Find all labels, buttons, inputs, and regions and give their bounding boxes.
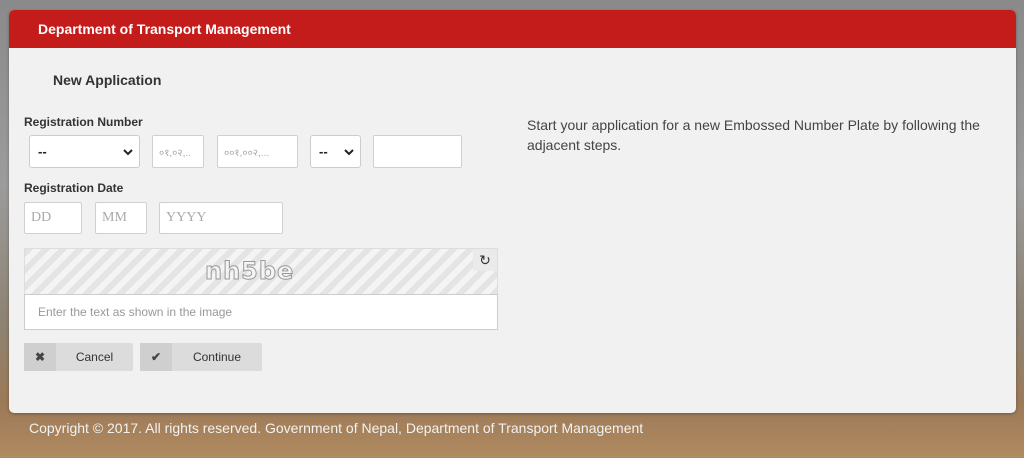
captcha-input[interactable]: Enter the text as shown in the image bbox=[24, 294, 498, 330]
cancel-button[interactable]: ✖ Cancel bbox=[24, 343, 133, 371]
check-icon: ✔ bbox=[140, 343, 172, 371]
type-select-value: -- bbox=[319, 144, 328, 159]
continue-button-label: Continue bbox=[192, 350, 242, 364]
cancel-button-label: Cancel bbox=[75, 350, 114, 364]
captcha-text: nh5be bbox=[204, 257, 295, 286]
section-title: New Application bbox=[53, 72, 162, 88]
day-field[interactable]: DD bbox=[24, 202, 82, 234]
year-field[interactable]: YYYY bbox=[159, 202, 283, 234]
month-placeholder: MM bbox=[102, 210, 127, 225]
info-text: Start your application for a new Embosse… bbox=[527, 117, 980, 153]
vehicle-number-field[interactable]: ००१,००२,... bbox=[217, 135, 298, 168]
registration-extra-field[interactable] bbox=[373, 135, 462, 168]
page-header: Department of Transport Management bbox=[9, 10, 1016, 48]
close-icon: ✖ bbox=[24, 343, 56, 371]
year-placeholder: YYYY bbox=[166, 210, 207, 225]
chevron-down-icon bbox=[123, 144, 133, 159]
registration-number-label: Registration Number bbox=[24, 115, 143, 129]
zone-select[interactable]: -- bbox=[29, 135, 140, 168]
month-field[interactable]: MM bbox=[95, 202, 147, 234]
footer-copyright: Copyright © 2017. All rights reserved. G… bbox=[29, 420, 644, 436]
vehicle-number-placeholder: ००१,००२,... bbox=[224, 147, 270, 159]
lot-number-placeholder: ०१,०२,.. bbox=[159, 147, 191, 159]
chevron-down-icon bbox=[344, 144, 354, 159]
application-card: Department of Transport Management New A… bbox=[9, 10, 1016, 413]
captcha-image: nh5be ↻ bbox=[24, 248, 498, 295]
zone-select-value: -- bbox=[38, 144, 47, 159]
day-placeholder: DD bbox=[31, 210, 52, 225]
captcha-input-placeholder: Enter the text as shown in the image bbox=[38, 305, 233, 319]
type-select[interactable]: -- bbox=[310, 135, 361, 168]
registration-date-label: Registration Date bbox=[24, 181, 124, 195]
lot-number-field[interactable]: ०१,०२,.. bbox=[152, 135, 204, 168]
refresh-icon[interactable]: ↻ bbox=[473, 249, 497, 271]
continue-button[interactable]: ✔ Continue bbox=[140, 343, 262, 371]
